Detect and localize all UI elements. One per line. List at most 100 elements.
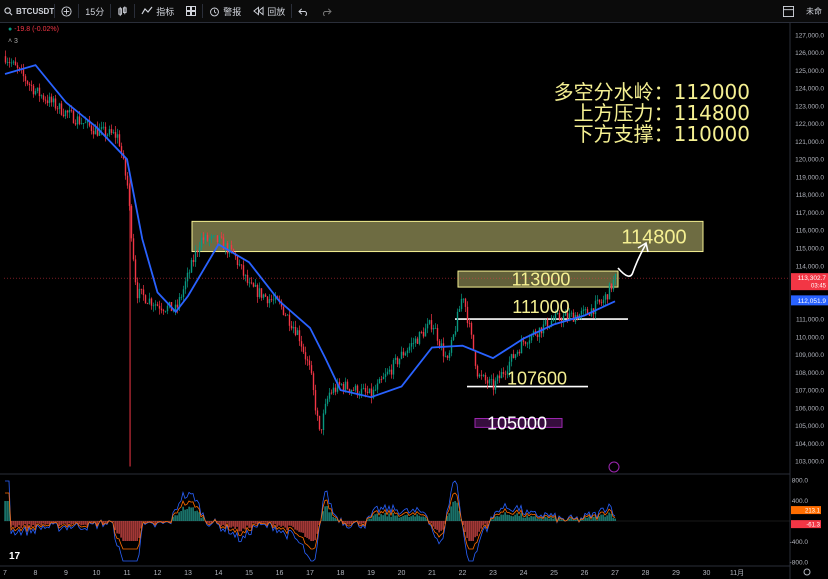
candle — [590, 308, 593, 316]
histogram-bar — [536, 518, 538, 521]
candle — [36, 87, 39, 92]
histogram-bar — [326, 505, 328, 521]
candle — [490, 379, 493, 381]
time-tick-label: 26 — [581, 570, 589, 577]
chart-type-button[interactable] — [111, 0, 134, 22]
candle — [382, 376, 385, 380]
layout-panel-button[interactable] — [777, 0, 800, 22]
histogram-bar — [608, 512, 610, 521]
histogram-bar — [500, 514, 502, 521]
candle — [494, 380, 497, 390]
histogram-bar — [206, 521, 208, 523]
histogram-bar — [230, 521, 232, 528]
candle — [120, 146, 123, 154]
osc-tick-label: -800.0 — [790, 560, 809, 567]
histogram-bar — [588, 516, 590, 521]
level-label-111000: 111000 — [512, 297, 569, 317]
histogram-bar — [98, 521, 100, 522]
analysis-annotation: 多空分水岭：112000 上方压力：114800 下方支撑：110000 — [554, 82, 750, 145]
price-tick-label: 113,000.0 — [796, 281, 825, 288]
histogram-bar — [238, 521, 240, 532]
alerts-button[interactable]: 警报 — [203, 0, 247, 22]
candle — [460, 298, 463, 309]
candle — [54, 98, 57, 109]
indicator-count[interactable]: ˄ 3 — [8, 38, 18, 45]
candle — [614, 273, 617, 280]
histogram-bar — [288, 521, 290, 526]
candle — [378, 379, 381, 384]
candle — [504, 373, 507, 375]
legend-dot: ● — [8, 26, 13, 33]
candle — [548, 326, 551, 329]
candle — [404, 353, 407, 356]
histogram-bar — [334, 517, 336, 521]
histogram-bar — [474, 521, 476, 538]
compare-button[interactable] — [55, 0, 78, 22]
undo-button[interactable] — [292, 0, 315, 22]
replay-button[interactable]: 回放 — [247, 0, 291, 22]
candle — [148, 298, 151, 304]
account-button[interactable]: 未命 — [800, 0, 828, 22]
annotation-line-3: 下方支撑：110000 — [573, 122, 750, 146]
candle — [208, 238, 211, 241]
histogram-bar — [402, 515, 404, 521]
time-tick-label: 21 — [428, 570, 436, 577]
candle — [518, 351, 521, 354]
histogram-bar — [442, 521, 444, 530]
histogram-bar — [50, 521, 52, 522]
candle — [446, 355, 449, 358]
histogram-bar — [542, 519, 544, 521]
osc-tick-label: 400.0 — [792, 498, 809, 505]
histogram-bar — [164, 521, 166, 522]
histogram-bar — [318, 521, 320, 525]
candle — [242, 265, 245, 276]
alarm-clock-icon — [210, 7, 220, 16]
histogram-bar — [106, 521, 108, 523]
candle — [436, 328, 439, 341]
symbol-search[interactable]: BTCUSDT — [4, 7, 54, 16]
candle — [384, 374, 387, 377]
interval-button[interactable]: 15分 — [79, 0, 110, 22]
candle — [310, 365, 313, 374]
histogram-bar — [244, 521, 246, 530]
candle — [294, 327, 297, 335]
osc-value-tag — [791, 520, 821, 529]
candle — [464, 298, 467, 307]
candle — [122, 153, 125, 159]
candle — [220, 236, 223, 238]
histogram-bar — [114, 521, 116, 531]
histogram-bar — [448, 513, 450, 521]
price-tick-label: 127,000.0 — [795, 32, 824, 39]
candle — [196, 251, 199, 253]
layouts-button[interactable] — [180, 0, 202, 22]
histogram-bar — [236, 521, 238, 527]
candle — [334, 387, 337, 392]
redo-button[interactable] — [315, 0, 338, 22]
histogram-bar — [266, 521, 268, 525]
arrow-up-icon — [617, 243, 647, 277]
histogram-bar — [352, 521, 354, 523]
indicators-icon — [141, 6, 153, 15]
candle — [214, 235, 217, 237]
indicators-button[interactable]: 指标 — [135, 0, 180, 22]
histogram-bar — [550, 517, 552, 521]
candle — [522, 340, 525, 342]
candle — [192, 259, 195, 263]
histogram-bar — [122, 521, 124, 541]
histogram-bar — [210, 521, 212, 523]
candle — [338, 381, 341, 385]
histogram-bar — [570, 517, 572, 521]
candle — [18, 67, 21, 69]
histogram-bar — [12, 521, 14, 526]
interval-label: 15分 — [85, 6, 105, 17]
histogram-bar — [60, 521, 62, 526]
candle — [40, 95, 43, 97]
histogram-bar — [296, 521, 298, 531]
histogram-bar — [462, 521, 464, 526]
time-tick-label: 15 — [245, 570, 253, 577]
histogram-bar — [390, 516, 392, 521]
histogram-bar — [140, 521, 142, 529]
histogram-bar — [578, 521, 580, 522]
candle — [56, 108, 59, 110]
candle — [166, 305, 169, 312]
